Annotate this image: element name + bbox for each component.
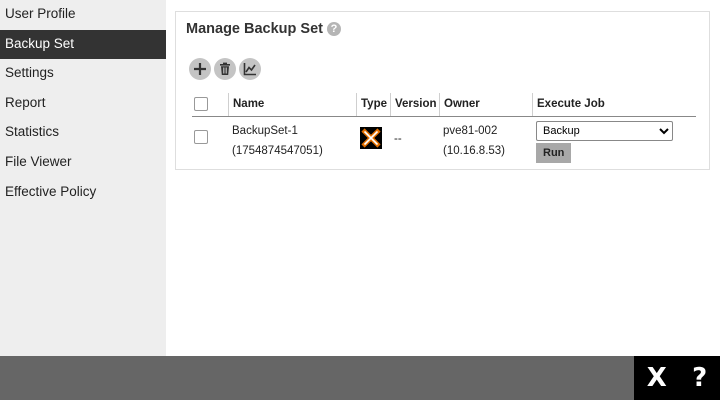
run-button[interactable]: Run [536, 143, 572, 163]
sidebar: User Profile Backup Set Settings Report … [0, 0, 166, 356]
execute-job-cell: Backup Run [532, 117, 696, 163]
chart-icon[interactable] [239, 58, 261, 80]
sidebar-item-user-profile[interactable]: User Profile [0, 0, 166, 30]
header-type[interactable]: Type [356, 93, 390, 116]
table-header: Name Type Version Owner Execute Job [192, 93, 696, 117]
header-execute-job: Execute Job [532, 93, 696, 116]
header-checkbox-cell [192, 93, 228, 116]
toolbar [189, 58, 261, 80]
execute-job-select[interactable]: Backup [536, 121, 673, 141]
version-cell: -- [394, 133, 402, 145]
close-button[interactable]: X [647, 356, 667, 400]
row-checkbox[interactable] [194, 130, 208, 144]
footer-actions: X ? [634, 356, 720, 400]
add-icon[interactable] [189, 58, 211, 80]
sidebar-item-backup-set[interactable]: Backup Set [0, 29, 166, 60]
help-icon[interactable]: ? [327, 22, 341, 36]
sidebar-item-effective-policy[interactable]: Effective Policy [0, 178, 166, 208]
proxmox-icon [360, 127, 382, 149]
sidebar-item-report[interactable]: Report [0, 89, 166, 119]
panel-title: Manage Backup Set ? [186, 21, 341, 37]
footer-bar: X ? [0, 356, 720, 400]
header-owner[interactable]: Owner [439, 93, 532, 116]
backup-set-id: (1754874547051) [232, 145, 323, 157]
backup-set-name[interactable]: BackupSet-1 [232, 121, 356, 141]
row-checkbox-cell [192, 117, 228, 163]
owner-ip: (10.16.8.53) [443, 145, 506, 157]
panel-title-text: Manage Backup Set [186, 21, 323, 37]
main-content: Manage Backup Set ? Name Type Version Ow… [166, 0, 720, 356]
name-cell[interactable]: BackupSet-1 (1754874547051) [228, 117, 356, 163]
trash-icon[interactable] [214, 58, 236, 80]
sidebar-item-settings[interactable]: Settings [0, 59, 166, 89]
owner-cell: pve81-002 (10.16.8.53) [439, 117, 532, 163]
manage-backup-set-panel: Manage Backup Set ? Name Type Version Ow… [175, 11, 710, 170]
sidebar-item-file-viewer[interactable]: File Viewer [0, 148, 166, 178]
table-row: BackupSet-1 (1754874547051) -- pve81-002 [192, 117, 696, 163]
owner-name: pve81-002 [443, 125, 498, 137]
help-button[interactable]: ? [692, 356, 707, 400]
type-cell [356, 117, 390, 163]
header-version[interactable]: Version [390, 93, 439, 116]
sidebar-item-statistics[interactable]: Statistics [0, 118, 166, 148]
backup-set-table: Name Type Version Owner Execute Job Back… [192, 93, 696, 163]
select-all-checkbox[interactable] [194, 97, 208, 111]
header-name[interactable]: Name [228, 93, 356, 116]
